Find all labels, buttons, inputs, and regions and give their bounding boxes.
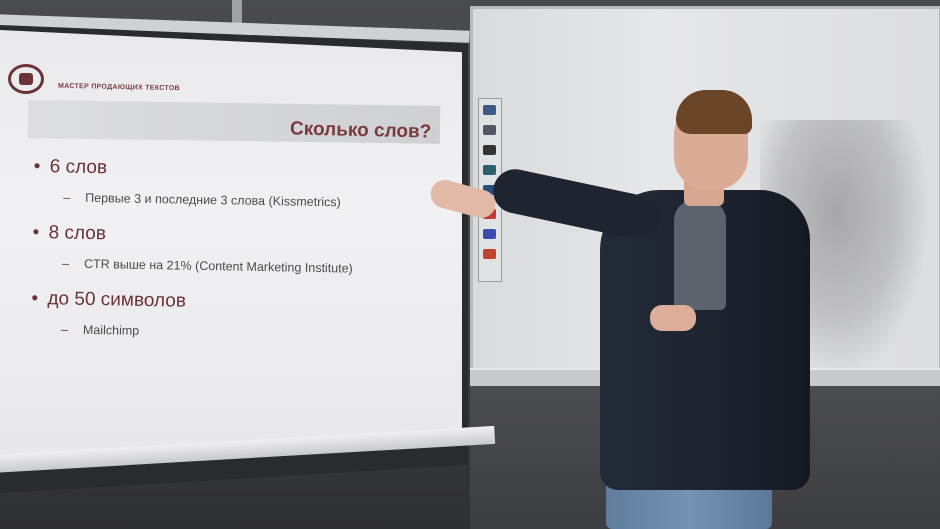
bullet-text: до 50 символов: [47, 288, 187, 312]
presenter-hand: [650, 305, 696, 331]
bullet-text: 8 слов: [48, 222, 107, 245]
zoom-tool-icon: [483, 125, 496, 135]
pen-tool-icon: [483, 145, 496, 155]
dash-icon: –: [61, 256, 70, 271]
bullet-dot-icon: •: [33, 155, 41, 178]
undo-tool-icon: [483, 165, 496, 175]
blue-marker-icon: [483, 229, 496, 239]
bullet-dot-icon: •: [32, 221, 40, 244]
bullet-list: • 6 слов – Первые 3 и последние 3 слова (K…: [31, 152, 454, 357]
bullet-dot-icon: •: [31, 287, 39, 310]
lecture-scene: МАСТЕР ПРОДАЮЩИХ ТЕКСТОВ Сколько слов? •…: [0, 0, 940, 529]
presenter-shirt: [674, 200, 726, 310]
dog-logo-icon: [8, 64, 44, 94]
sub-bullet-text: Mailchimp: [82, 322, 140, 338]
pointer-tool-icon: [483, 105, 496, 115]
sub-bullet-text: Первые 3 и последние 3 слова (Kissmetric…: [85, 190, 341, 210]
slide-title: Сколько слов?: [289, 118, 432, 143]
dash-icon: –: [63, 190, 71, 205]
sub-bullet-item: – Mailchimp: [31, 314, 452, 357]
eraser-icon: [483, 249, 496, 259]
screen-hook: [232, 0, 242, 24]
sub-bullet-text: CTR выше на 21% (Content Marketing Insti…: [83, 256, 353, 276]
presenter-hair: [676, 90, 752, 134]
bullet-text: 6 слов: [49, 156, 108, 179]
dash-icon: –: [60, 322, 68, 337]
